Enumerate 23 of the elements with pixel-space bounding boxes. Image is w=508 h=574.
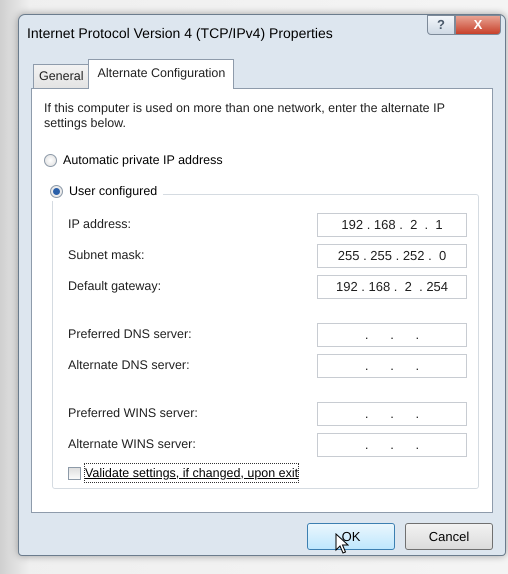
dialog-button[interactable]: OK — [307, 523, 395, 550]
field-label: Alternate WINS server: — [68, 436, 197, 454]
dialog-button[interactable]: Cancel — [405, 523, 493, 550]
ip-address-field[interactable]: 192 . 168 . 2 . 1 — [317, 212, 467, 237]
field-label: Default gateway: — [68, 278, 162, 296]
field-label: IP address: — [68, 216, 132, 234]
ip-address-field[interactable]: 255 . 255 . 252 . 0 — [317, 244, 467, 268]
help-button[interactable]: ? — [427, 15, 455, 35]
field-label: Preferred WINS server: — [68, 405, 199, 422]
field-label: Subnet mask: — [68, 247, 146, 264]
ip-address-field[interactable]: . . . — [317, 402, 467, 426]
validate-checkbox[interactable]: Validate settings, if changed, upon exit — [68, 464, 298, 482]
ip-address-field[interactable]: 192 . 168 . 2 . 254 — [317, 274, 467, 299]
ip-address-field[interactable]: . . . — [317, 322, 467, 347]
window-title: Internet Protocol Version 4 (TCP/IPv4) Properties — [27, 24, 333, 43]
field-label: Alternate DNS server: — [68, 357, 191, 374]
ip-address-field[interactable]: . . . — [317, 354, 467, 378]
instruction-text: If this computer is used on more than one network, enter the alternate IP settings below. — [44, 101, 446, 131]
tab[interactable]: General — [33, 64, 90, 88]
radio-option[interactable]: Automatic private IP address — [44, 151, 223, 170]
tab[interactable]: Alternate Configuration — [88, 59, 234, 89]
ip-address-field[interactable]: . . . — [317, 432, 467, 457]
field-label: Preferred DNS server: — [68, 326, 193, 344]
